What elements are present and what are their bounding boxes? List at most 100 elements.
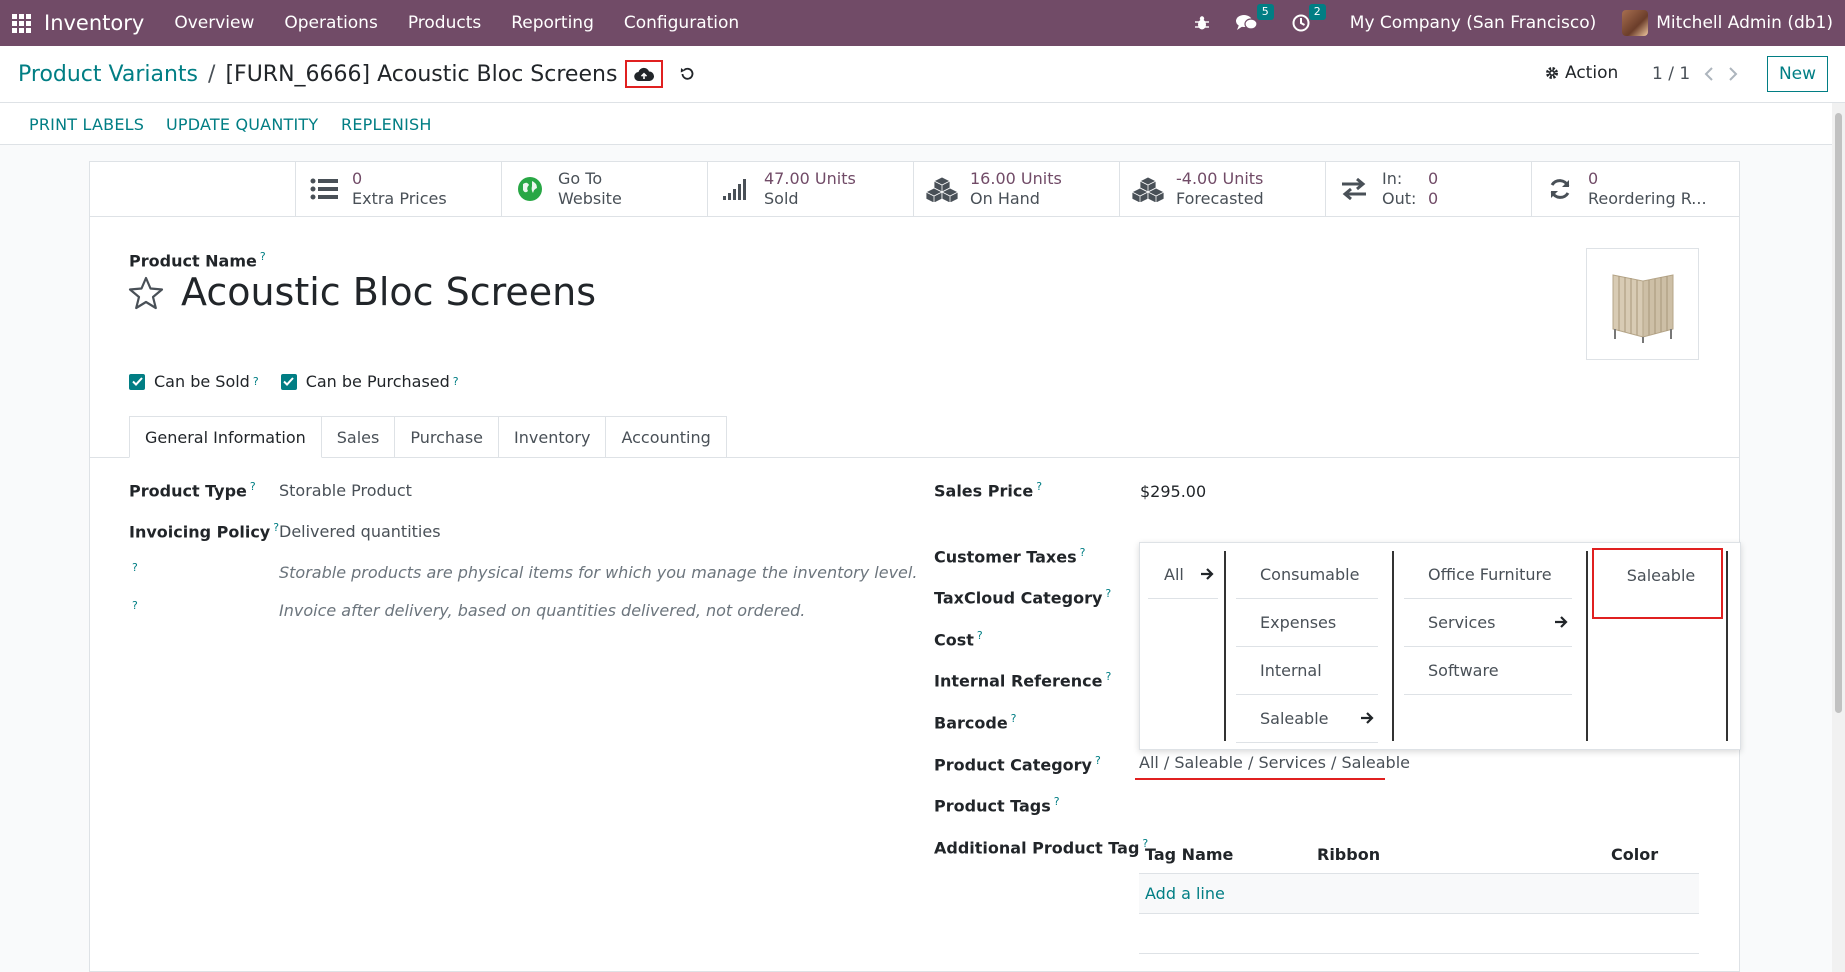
- can-be-sold-checkbox[interactable]: Can be Sold?: [129, 372, 259, 391]
- additional-product-tag-label: Additional Product Tag?: [934, 837, 1149, 858]
- scrollbar-thumb[interactable]: [1835, 113, 1842, 713]
- exchange-arrows-icon: [1342, 178, 1366, 200]
- category-option-software[interactable]: Software: [1404, 647, 1572, 695]
- breadcrumb: Product Variants / [FURN_6666] Acoustic …: [18, 60, 695, 88]
- extra-prices-button[interactable]: 0 Extra Prices: [295, 162, 501, 216]
- forecasted-value: -4.00 Units: [1176, 169, 1264, 188]
- tab-general-information[interactable]: General Information: [129, 416, 322, 458]
- menu-products[interactable]: Products: [408, 13, 481, 33]
- product-image[interactable]: [1586, 248, 1699, 360]
- smart-buttons-row: 0 Extra Prices Go To Website 47.00 Units So…: [90, 162, 1739, 217]
- add-a-line-link[interactable]: Add a line: [1145, 884, 1225, 903]
- pager-next-icon[interactable]: [1728, 67, 1738, 81]
- pager-previous-icon[interactable]: [1704, 67, 1714, 81]
- column-ribbon[interactable]: Ribbon: [1317, 845, 1380, 864]
- additional-tags-table: Tag Name Ribbon Color Add a line: [1139, 838, 1699, 954]
- product-name-field[interactable]: Acoustic Bloc Screens: [181, 270, 596, 314]
- vertical-scrollbar[interactable]: [1832, 103, 1845, 972]
- company-switcher[interactable]: My Company (San Francisco): [1350, 13, 1596, 33]
- pager-value[interactable]: 1 / 1: [1652, 64, 1690, 84]
- arrow-right-icon: [1361, 712, 1374, 724]
- cost-label: Cost?: [934, 629, 983, 650]
- app-name[interactable]: Inventory: [44, 11, 144, 35]
- customer-taxes-label: Customer Taxes?: [934, 546, 1086, 567]
- website-label: Website: [558, 189, 622, 208]
- on-hand-button[interactable]: 16.00 Units On Hand: [913, 162, 1119, 216]
- category-option-expenses[interactable]: Expenses: [1236, 599, 1378, 647]
- category-option-saleable[interactable]: Saleable: [1236, 695, 1378, 743]
- action-menu-button[interactable]: Action: [1545, 63, 1618, 83]
- activities-clock-icon[interactable]: 2: [1292, 4, 1326, 32]
- product-category-field[interactable]: All / Saleable / Services / Saleable: [1139, 753, 1410, 772]
- table-row: Add a line: [1139, 874, 1699, 914]
- sales-price-label: Sales Price?: [934, 480, 1043, 501]
- product-type-field[interactable]: Storable Product: [279, 481, 412, 500]
- arrow-right-icon: [1201, 568, 1214, 580]
- forecasted-button[interactable]: -4.00 Units Forecasted: [1119, 162, 1325, 216]
- invoicing-policy-label: Invoicing Policy?: [129, 521, 280, 542]
- category-option-all[interactable]: All: [1148, 551, 1218, 599]
- category-option-consumable[interactable]: Consumable: [1236, 551, 1378, 599]
- category-option-services[interactable]: Services: [1404, 599, 1572, 647]
- table-header: Tag Name Ribbon Color: [1139, 838, 1699, 874]
- apps-menu-icon[interactable]: [0, 0, 42, 46]
- user-menu[interactable]: Mitchell Admin (db1): [1656, 13, 1833, 33]
- breadcrumb-separator: /: [208, 61, 216, 87]
- tab-accounting[interactable]: Accounting: [606, 416, 727, 458]
- messages-badge: 5: [1256, 4, 1274, 20]
- favorite-star-icon[interactable]: [128, 276, 164, 310]
- cubes-icon: [1131, 176, 1165, 202]
- gear-icon: [1546, 67, 1558, 79]
- column-divider: [1726, 551, 1728, 741]
- checkmark-icon[interactable]: [129, 373, 145, 390]
- discard-undo-button[interactable]: [679, 66, 695, 82]
- list-icon: [310, 178, 338, 200]
- menu-reporting[interactable]: Reporting: [511, 13, 594, 33]
- refresh-icon: [1550, 179, 1570, 199]
- column-tag-name[interactable]: Tag Name: [1145, 845, 1233, 864]
- control-panel: Product Variants / [FURN_6666] Acoustic …: [0, 46, 1845, 103]
- update-quantity-button[interactable]: UPDATE QUANTITY: [166, 115, 318, 134]
- in-out-button[interactable]: In: 0 Out: 0: [1325, 162, 1531, 216]
- replenish-button[interactable]: REPLENISH: [341, 115, 432, 134]
- arrow-right-icon: [1555, 616, 1568, 628]
- help-mark[interactable]: ?: [132, 599, 138, 612]
- messages-icon[interactable]: 5: [1235, 4, 1274, 32]
- category-option-office-furniture[interactable]: Office Furniture: [1404, 551, 1572, 599]
- invoicing-policy-field[interactable]: Delivered quantities: [279, 522, 441, 541]
- user-avatar[interactable]: [1622, 10, 1649, 36]
- taxcloud-category-label: TaxCloud Category?: [934, 587, 1112, 608]
- new-button[interactable]: New: [1767, 56, 1828, 92]
- checkmark-icon[interactable]: [280, 373, 297, 390]
- tab-inventory[interactable]: Inventory: [499, 416, 607, 458]
- tab-purchase[interactable]: Purchase: [395, 416, 500, 458]
- breadcrumb-parent[interactable]: Product Variants: [18, 62, 198, 87]
- column-divider: [1586, 551, 1588, 741]
- go-to-website-button[interactable]: Go To Website: [501, 162, 707, 216]
- signal-bars-icon: [723, 179, 746, 200]
- print-labels-button[interactable]: PRINT LABELS: [29, 115, 144, 134]
- column-color[interactable]: Color: [1611, 845, 1658, 864]
- reordering-value: 0: [1588, 169, 1599, 188]
- acoustic-screen-image: [1612, 274, 1673, 343]
- cloud-upload-icon: [634, 67, 655, 81]
- category-option-internal[interactable]: Internal: [1236, 647, 1378, 695]
- menu-operations[interactable]: Operations: [284, 13, 377, 33]
- sale-purchase-options: Can be Sold? Can be Purchased?: [129, 372, 481, 391]
- tab-sales[interactable]: Sales: [321, 416, 396, 458]
- help-mark[interactable]: ?: [132, 561, 138, 574]
- reordering-rules-button[interactable]: 0 Reordering R...: [1531, 162, 1739, 216]
- debug-bug-icon[interactable]: [1194, 15, 1210, 31]
- internal-reference-label: Internal Reference?: [934, 670, 1112, 691]
- sold-label: Sold: [764, 189, 799, 208]
- highlight-underline: [1135, 778, 1385, 780]
- save-cloud-button[interactable]: [625, 60, 664, 88]
- menu-configuration[interactable]: Configuration: [624, 13, 739, 33]
- sold-button[interactable]: 47.00 Units Sold: [707, 162, 913, 216]
- sales-price-field[interactable]: $295.00: [1140, 482, 1206, 501]
- on-hand-value: 16.00 Units: [970, 169, 1062, 188]
- undo-icon: [681, 67, 694, 80]
- highlight-box: [1592, 548, 1723, 619]
- can-be-purchased-checkbox[interactable]: Can be Purchased?: [280, 372, 459, 391]
- menu-overview[interactable]: Overview: [174, 13, 254, 33]
